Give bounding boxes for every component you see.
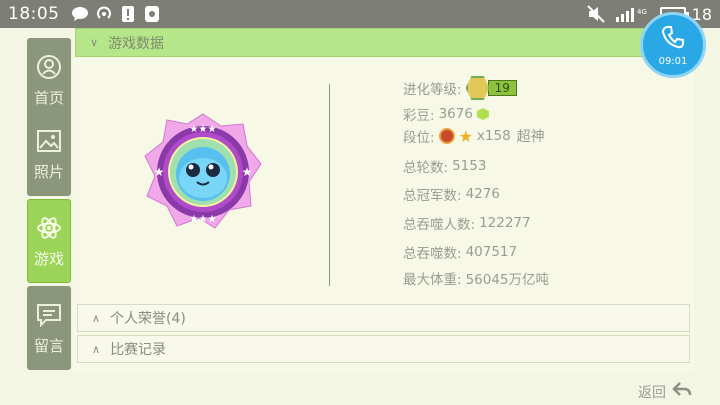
atom-icon bbox=[36, 214, 62, 242]
mute-icon bbox=[586, 4, 606, 24]
svg-text:★: ★ bbox=[154, 165, 165, 179]
back-label: 返回 bbox=[638, 385, 666, 401]
total-wins-label: 总冠军数: bbox=[403, 188, 462, 204]
svg-text:★★★: ★★★ bbox=[190, 124, 217, 135]
message-icon bbox=[36, 301, 62, 329]
hotspot-icon bbox=[94, 4, 114, 24]
section-match-records-title: 比赛记录 bbox=[110, 342, 167, 358]
level-hex-icon bbox=[465, 76, 490, 100]
rank-medal-icon bbox=[438, 128, 455, 144]
max-weight-label: 最大体重: bbox=[403, 272, 462, 288]
vertical-divider bbox=[329, 84, 330, 286]
nav-item-games[interactable]: 游戏 bbox=[27, 199, 71, 283]
photo-icon bbox=[36, 127, 62, 155]
chat-icon bbox=[70, 4, 90, 24]
signal-icon: 4G bbox=[615, 4, 650, 24]
call-bubble[interactable]: 09:01 bbox=[640, 12, 706, 78]
nav-item-photos[interactable]: 照片 bbox=[27, 112, 71, 196]
stat-rank: 段位: ★ x158 超神 bbox=[403, 126, 545, 147]
status-time: 18:05 bbox=[8, 4, 60, 24]
stat-total-wins: 总冠军数: 4276 bbox=[403, 184, 500, 204]
svg-text:★: ★ bbox=[242, 165, 253, 179]
beans-value: 3676 bbox=[438, 106, 473, 122]
home-icon bbox=[36, 53, 62, 81]
rank-title: 超神 bbox=[516, 129, 545, 145]
max-weight-value: 56045万亿吨 bbox=[465, 272, 550, 288]
total-rounds-label: 总轮数: bbox=[403, 160, 449, 176]
rank-stars: x158 bbox=[476, 128, 511, 144]
stat-evolution-level: 进化等级: 19 bbox=[403, 76, 517, 100]
nav-label-games: 游戏 bbox=[33, 249, 64, 268]
chevron-up-icon: ∧ bbox=[92, 311, 101, 325]
bean-icon bbox=[476, 108, 489, 120]
chevron-up-icon: ∧ bbox=[92, 342, 101, 356]
player-badge: ★★★ ★★★ ★ ★ bbox=[143, 112, 263, 232]
stat-max-weight: 最大体重: 56045万亿吨 bbox=[403, 268, 549, 288]
star-icon: ★ bbox=[458, 126, 473, 146]
total-swallow-label: 总吞噬数: bbox=[403, 246, 462, 262]
nav-label-photos: 照片 bbox=[33, 162, 64, 181]
section-game-data-header[interactable]: ∨ 游戏数据 bbox=[75, 28, 692, 57]
status-bar: 18:05 4G 18 bbox=[0, 0, 720, 28]
stat-total-rounds: 总轮数: 5153 bbox=[403, 156, 486, 176]
phone-icon bbox=[660, 24, 686, 54]
total-rounds-value: 5153 bbox=[452, 158, 487, 174]
section-game-data-title: 游戏数据 bbox=[108, 35, 165, 52]
stat-beans: 彩豆: 3676 bbox=[403, 104, 489, 124]
section-honors-title: 个人荣誉(4) bbox=[110, 311, 186, 327]
sim-icon bbox=[142, 4, 162, 24]
evolution-label: 进化等级: bbox=[403, 82, 462, 98]
stat-total-swallow-people: 总吞噬人数: 122277 bbox=[403, 213, 531, 233]
content-panel: ∨ 游戏数据 ★★★ ★★★ ★ ★ 进化等级: 19 彩豆: 3676 段位:… bbox=[73, 28, 694, 372]
nav-label-messages: 留言 bbox=[33, 336, 64, 355]
nav-label-home: 首页 bbox=[33, 88, 64, 107]
total-swallow-people-label: 总吞噬人数: bbox=[403, 217, 476, 233]
call-timer: 09:01 bbox=[658, 55, 688, 67]
total-swallow-people-value: 122277 bbox=[479, 215, 531, 231]
alert-icon bbox=[118, 4, 138, 24]
section-match-records-header[interactable]: ∧ 比赛记录 bbox=[77, 335, 690, 363]
total-wins-value: 4276 bbox=[465, 186, 500, 202]
beans-label: 彩豆: bbox=[403, 108, 435, 124]
svg-text:4G: 4G bbox=[637, 8, 647, 16]
level-badge: 19 bbox=[465, 76, 517, 100]
section-honors-header[interactable]: ∧ 个人荣誉(4) bbox=[77, 304, 690, 332]
stat-total-swallow: 总吞噬数: 407517 bbox=[403, 242, 517, 262]
level-number: 19 bbox=[487, 80, 517, 96]
total-swallow-value: 407517 bbox=[465, 244, 518, 260]
chevron-down-icon: ∨ bbox=[90, 36, 99, 49]
nav-item-messages[interactable]: 留言 bbox=[27, 286, 71, 370]
back-button[interactable]: 返回 bbox=[638, 380, 692, 404]
nav-item-home[interactable]: 首页 bbox=[27, 38, 71, 122]
rank-label: 段位: bbox=[403, 130, 435, 146]
back-arrow-icon bbox=[672, 380, 692, 404]
svg-text:★★★: ★★★ bbox=[190, 214, 217, 225]
